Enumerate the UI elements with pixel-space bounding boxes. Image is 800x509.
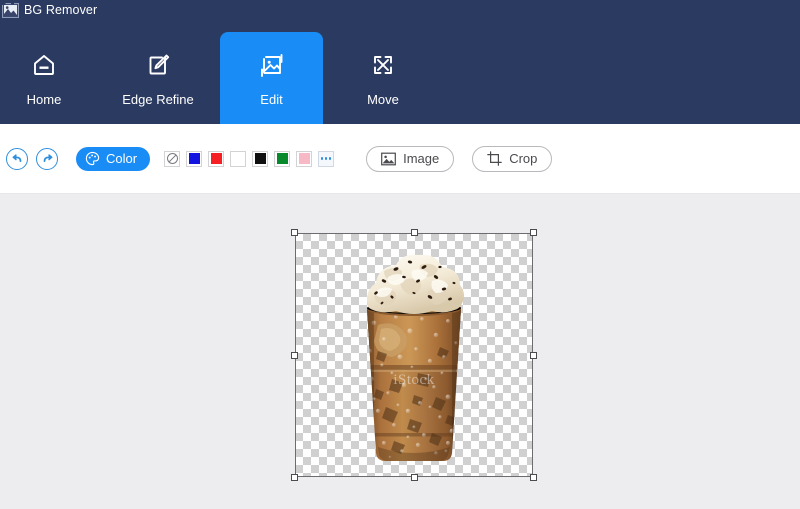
swatch-white-fill — [232, 153, 244, 164]
swatch-green[interactable] — [274, 150, 291, 167]
resize-handle-bottom-right[interactable] — [530, 474, 537, 481]
swatch-pink[interactable] — [296, 150, 313, 167]
resize-handle-middle-right[interactable] — [530, 351, 537, 359]
resize-handle-top-center[interactable] — [410, 229, 418, 236]
swatch-transparent[interactable] — [164, 150, 181, 167]
swatch-green-fill — [276, 153, 288, 164]
resize-handle-bottom-left[interactable] — [291, 474, 298, 481]
redo-arrow-icon — [43, 154, 52, 163]
move-expand-icon — [374, 56, 392, 74]
pen-square-icon — [149, 54, 170, 75]
swatch-red[interactable] — [208, 150, 225, 167]
nav-tab-edge-refine-label: Edge Refine — [122, 92, 194, 107]
home-icon — [34, 55, 54, 75]
color-button[interactable]: Color — [76, 146, 151, 171]
nav-tab-home-label: Home — [26, 92, 62, 107]
no-color-icon — [166, 153, 178, 164]
nav-tab-move-label: Move — [367, 92, 399, 107]
color-button-label: Color — [106, 151, 138, 166]
nav-tab-edit-label: Edit — [260, 92, 283, 107]
swatch-black-fill — [254, 153, 266, 164]
nav-tab-home[interactable]: Home — [0, 32, 88, 124]
redo-button[interactable] — [36, 147, 58, 170]
swatch-white[interactable] — [230, 150, 247, 167]
undo-button[interactable] — [6, 147, 28, 170]
crop-button-label: Crop — [509, 151, 538, 166]
undo-arrow-icon — [12, 154, 21, 163]
swatch-blue-fill — [188, 153, 200, 164]
nav-tab-edit[interactable]: Edit — [220, 32, 323, 124]
swatch-red-fill — [210, 153, 222, 164]
swatch-blue[interactable] — [186, 150, 203, 167]
image-edit-icon — [260, 54, 282, 77]
dot-icon — [328, 157, 332, 160]
more-colors-button[interactable] — [318, 150, 335, 167]
picture-icon — [381, 152, 396, 165]
crop-button[interactable]: Crop — [472, 145, 553, 172]
transparency-checkerboard — [295, 233, 533, 477]
resize-handle-top-left[interactable] — [291, 229, 298, 236]
image-selection-box[interactable]: iStock — [291, 229, 537, 481]
nav-tab-edge-refine[interactable]: Edge Refine — [106, 32, 210, 124]
image-button[interactable]: Image — [366, 145, 455, 172]
dot-icon — [324, 157, 328, 160]
nav-tab-move[interactable]: Move — [333, 32, 433, 124]
color-swatch-list — [164, 150, 340, 167]
palette-icon — [85, 151, 100, 166]
crop-icon — [487, 151, 503, 166]
dot-icon — [320, 157, 324, 160]
editor-canvas[interactable]: iStock — [0, 194, 800, 509]
title-bar: BG Remover — [0, 0, 800, 20]
resize-handle-bottom-center[interactable] — [410, 474, 418, 481]
app-logo-icon — [2, 1, 19, 18]
resize-handle-top-right[interactable] — [530, 229, 537, 236]
image-button-label: Image — [403, 151, 440, 166]
app-title: BG Remover — [24, 2, 98, 17]
resize-handle-middle-left[interactable] — [291, 351, 298, 359]
swatch-pink-fill — [298, 153, 310, 164]
main-navigation: Home Edge Refine Edit Move — [0, 20, 800, 124]
edit-toolbar: Color Image Crop — [0, 124, 800, 194]
swatch-black[interactable] — [252, 150, 269, 167]
